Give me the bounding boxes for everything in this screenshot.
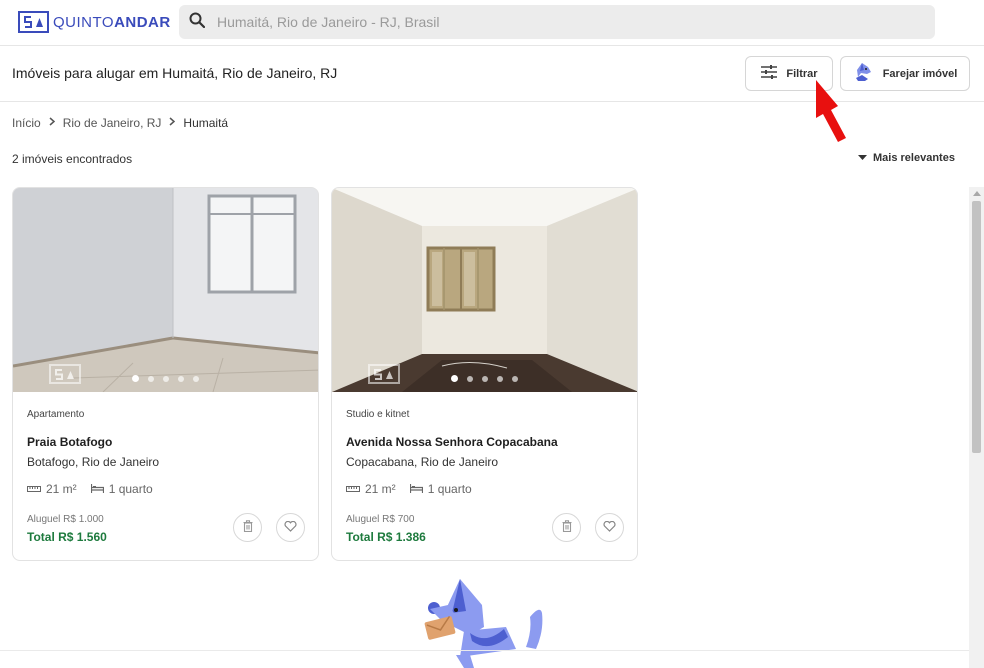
listing-details: Studio e kitnet Avenida Nossa Senhora Co… [332, 392, 637, 544]
sort-dropdown[interactable]: Mais relevantes [858, 152, 955, 164]
listing-details: Apartamento Praia Botafogo Botafogo, Rio… [13, 392, 318, 544]
listing-card[interactable]: Studio e kitnet Avenida Nossa Senhora Co… [331, 187, 638, 561]
trash-icon [562, 520, 572, 535]
carousel-dot[interactable] [451, 375, 458, 382]
search-icon [189, 12, 206, 33]
logo-mark-icon [18, 11, 49, 33]
caret-down-icon [858, 152, 867, 164]
ruler-icon [346, 482, 360, 496]
brand-name: QUINTOANDAR [53, 13, 171, 31]
heart-icon [284, 520, 297, 535]
listing-neighborhood: Botafogo, Rio de Janeiro [27, 455, 160, 469]
rooms-value: 1 quarto [108, 482, 153, 496]
breadcrumb: Início Rio de Janeiro, RJ Humaitá [12, 116, 228, 130]
breadcrumb-city[interactable]: Rio de Janeiro, RJ [63, 116, 162, 130]
carousel-dot[interactable] [512, 375, 518, 382]
results-count: 2 imóveis encontrados [12, 152, 133, 166]
carousel-dot[interactable] [178, 375, 184, 382]
page-title: Imóveis para alugar em Humaitá, Rio de J… [12, 65, 338, 81]
carousel-dot[interactable] [193, 375, 199, 382]
carousel-dot[interactable] [482, 375, 488, 382]
breadcrumb-current: Humaitá [183, 116, 229, 130]
property-type: Studio e kitnet [346, 409, 410, 420]
brand-logo[interactable]: QUINTOANDAR [18, 11, 171, 33]
sort-label: Mais relevantes [873, 152, 955, 164]
section-divider [0, 650, 969, 651]
listing-card[interactable]: Apartamento Praia Botafogo Botafogo, Rio… [12, 187, 319, 561]
listing-features: 21 m² 1 quarto [346, 482, 623, 496]
carousel-dot[interactable] [497, 375, 503, 382]
trash-icon [243, 520, 253, 535]
sniff-property-button[interactable]: Farejar imóvel [840, 56, 970, 91]
chevron-right-icon [169, 117, 176, 129]
breadcrumb-home[interactable]: Início [12, 116, 41, 130]
discard-button[interactable] [552, 513, 581, 542]
rent-price: Aluguel R$ 1.000 [27, 514, 104, 525]
bed-icon [90, 482, 104, 496]
chevron-right-icon [49, 117, 55, 129]
property-type: Apartamento [27, 409, 85, 420]
bed-icon [409, 482, 423, 496]
carousel-dot[interactable] [148, 375, 154, 382]
listing-photo[interactable] [332, 188, 637, 392]
total-price: Total R$ 1.560 [27, 530, 107, 544]
heart-icon [603, 520, 616, 535]
rent-price: Aluguel R$ 700 [346, 514, 415, 525]
scrollbar-thumb[interactable] [972, 201, 981, 453]
search-input[interactable] [217, 14, 897, 30]
area-feature: 21 m² [27, 482, 77, 496]
listing-photo[interactable] [13, 188, 318, 392]
rooms-feature: 1 quarto [409, 482, 472, 496]
listing-features: 21 m² 1 quarto [27, 482, 304, 496]
sniff-label: Farejar imóvel [882, 67, 958, 80]
photo-carousel-dots[interactable] [332, 375, 637, 382]
area-value: 21 m² [365, 482, 396, 496]
area-value: 21 m² [46, 482, 77, 496]
discard-button[interactable] [233, 513, 262, 542]
carousel-dot[interactable] [132, 375, 139, 382]
carousel-dot[interactable] [467, 375, 473, 382]
annotation-arrow-icon [816, 80, 846, 142]
scroll-up-icon[interactable] [973, 191, 981, 196]
favorite-button[interactable] [276, 513, 305, 542]
total-price: Total R$ 1.386 [346, 530, 426, 544]
photo-carousel-dots[interactable] [13, 375, 318, 382]
area-feature: 21 m² [346, 482, 396, 496]
rooms-feature: 1 quarto [90, 482, 153, 496]
dog-icon [853, 62, 875, 85]
top-bar: QUINTOANDAR [0, 0, 984, 46]
rooms-value: 1 quarto [427, 482, 472, 496]
page-scrollbar[interactable] [969, 187, 984, 668]
search-bar[interactable] [179, 5, 935, 39]
ruler-icon [27, 482, 41, 496]
listing-street: Praia Botafogo [27, 435, 113, 449]
dog-mascot-icon [424, 579, 543, 668]
sliders-icon [760, 64, 778, 83]
listing-street: Avenida Nossa Senhora Copacabana [346, 435, 558, 449]
favorite-button[interactable] [595, 513, 624, 542]
carousel-dot[interactable] [163, 375, 169, 382]
listing-neighborhood: Copacabana, Rio de Janeiro [346, 455, 499, 469]
